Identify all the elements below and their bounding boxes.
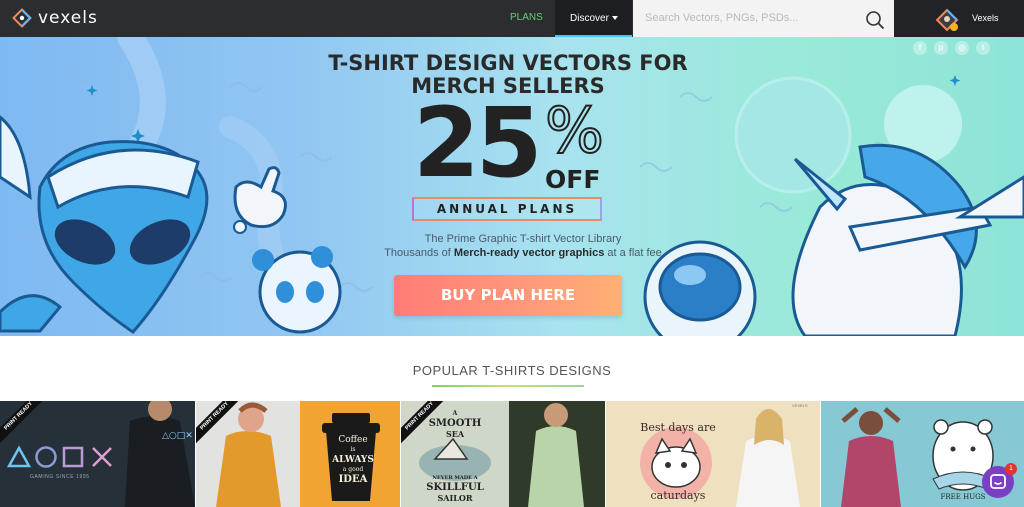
coffee-line: IDEA (338, 474, 368, 485)
design-card-gaming[interactable]: PRINT READY △○□✕ GAMING SINCE 1995 (0, 401, 195, 507)
vexels-logo-icon (12, 8, 32, 28)
top-navbar: vexels PLANS Discover Vexels (0, 0, 1024, 37)
popular-section-header: POPULAR T-SHIRTS DESIGNS (0, 336, 1024, 401)
user-menu[interactable]: Vexels (894, 0, 1024, 37)
coffee-line: ALWAYS (332, 455, 374, 465)
coffee-design-text: Coffee is ALWAYS a good IDEA (331, 435, 375, 485)
vexels-watermark: VEXELS (792, 403, 808, 408)
discount-number: 25 (413, 87, 543, 199)
svg-text:△○□✕: △○□✕ (162, 431, 193, 441)
brand-name: vexels (38, 8, 98, 28)
promo-banner[interactable]: f p ◎ t T-SHIRT DESIGN VECTORS FOR MERCH… (0, 37, 1024, 336)
discount-off: OFF (545, 165, 601, 194)
coffee-line: is (350, 446, 356, 453)
instagram-icon[interactable]: ◎ (955, 41, 969, 55)
gaming-design-art: △○□✕ (6, 401, 195, 507)
plans-link[interactable]: PLANS (510, 12, 543, 23)
sailor-line: SMOOTH (428, 418, 482, 429)
discount-percent: % (544, 94, 605, 167)
sailor-line: SAILOR (437, 493, 473, 503)
search-bar (633, 0, 894, 37)
coffee-line: Coffee (338, 435, 368, 445)
sailor-design-text: A SMOOTH SEA NEVER MADE A SKILLFUL SAILO… (415, 409, 495, 503)
design-card-caturdays[interactable]: Best days are caturdays VEXELS (606, 401, 820, 507)
buy-plan-button[interactable]: BUY PLAN HERE (394, 275, 622, 316)
headline-line1: T-SHIRT DESIGN VECTORS FOR (328, 51, 688, 75)
pinterest-icon[interactable]: p (934, 41, 948, 55)
section-title: POPULAR T-SHIRTS DESIGNS (412, 363, 612, 378)
subtitle-suffix: at a flat fee (604, 247, 662, 259)
discover-dropdown[interactable]: Discover (555, 0, 632, 37)
caturdays-bottom-text: caturdays (650, 489, 706, 502)
annual-plans-badge: ANNUAL PLANS (412, 197, 602, 221)
subtitle-bold: Merch-ready vector graphics (453, 247, 605, 259)
section-underline (432, 385, 584, 387)
search-input[interactable] (645, 10, 855, 26)
discover-label: Discover (570, 13, 609, 24)
vexels-logo[interactable]: vexels (12, 8, 98, 28)
chat-notification-badge: 1 (1005, 463, 1017, 475)
banner-subtitle-2: Thousands of Merch-ready vector graphics… (330, 247, 716, 259)
facebook-icon[interactable]: f (913, 41, 927, 55)
caturdays-top-text: Best days are (640, 421, 716, 434)
search-icon[interactable] (865, 10, 885, 30)
banner-subtitle-1: The Prime Graphic T-shirt Vector Library (424, 233, 622, 245)
design-card-coffee[interactable]: PRINT READY Coffee is ALWAYS a good IDEA (196, 401, 400, 507)
design-card-sailor[interactable]: PRINT READY A SMOOTH SEA NEVER MADE A SK… (401, 401, 605, 507)
sailor-line: SEA (445, 429, 465, 439)
user-name: Vexels (972, 13, 999, 23)
sailor-line: SKILLFUL (426, 482, 484, 493)
tshirt-designs-grid: PRINT READY △○□✕ GAMING SINCE 1995 PRINT… (0, 401, 1024, 507)
caret-down-icon (611, 16, 618, 21)
user-avatar-icon (935, 8, 959, 32)
twitter-icon[interactable]: t (976, 41, 990, 55)
gaming-tagline: GAMING SINCE 1995 (30, 474, 90, 480)
social-links: f p ◎ t (913, 41, 990, 55)
subtitle-prefix: Thousands of (384, 247, 454, 259)
